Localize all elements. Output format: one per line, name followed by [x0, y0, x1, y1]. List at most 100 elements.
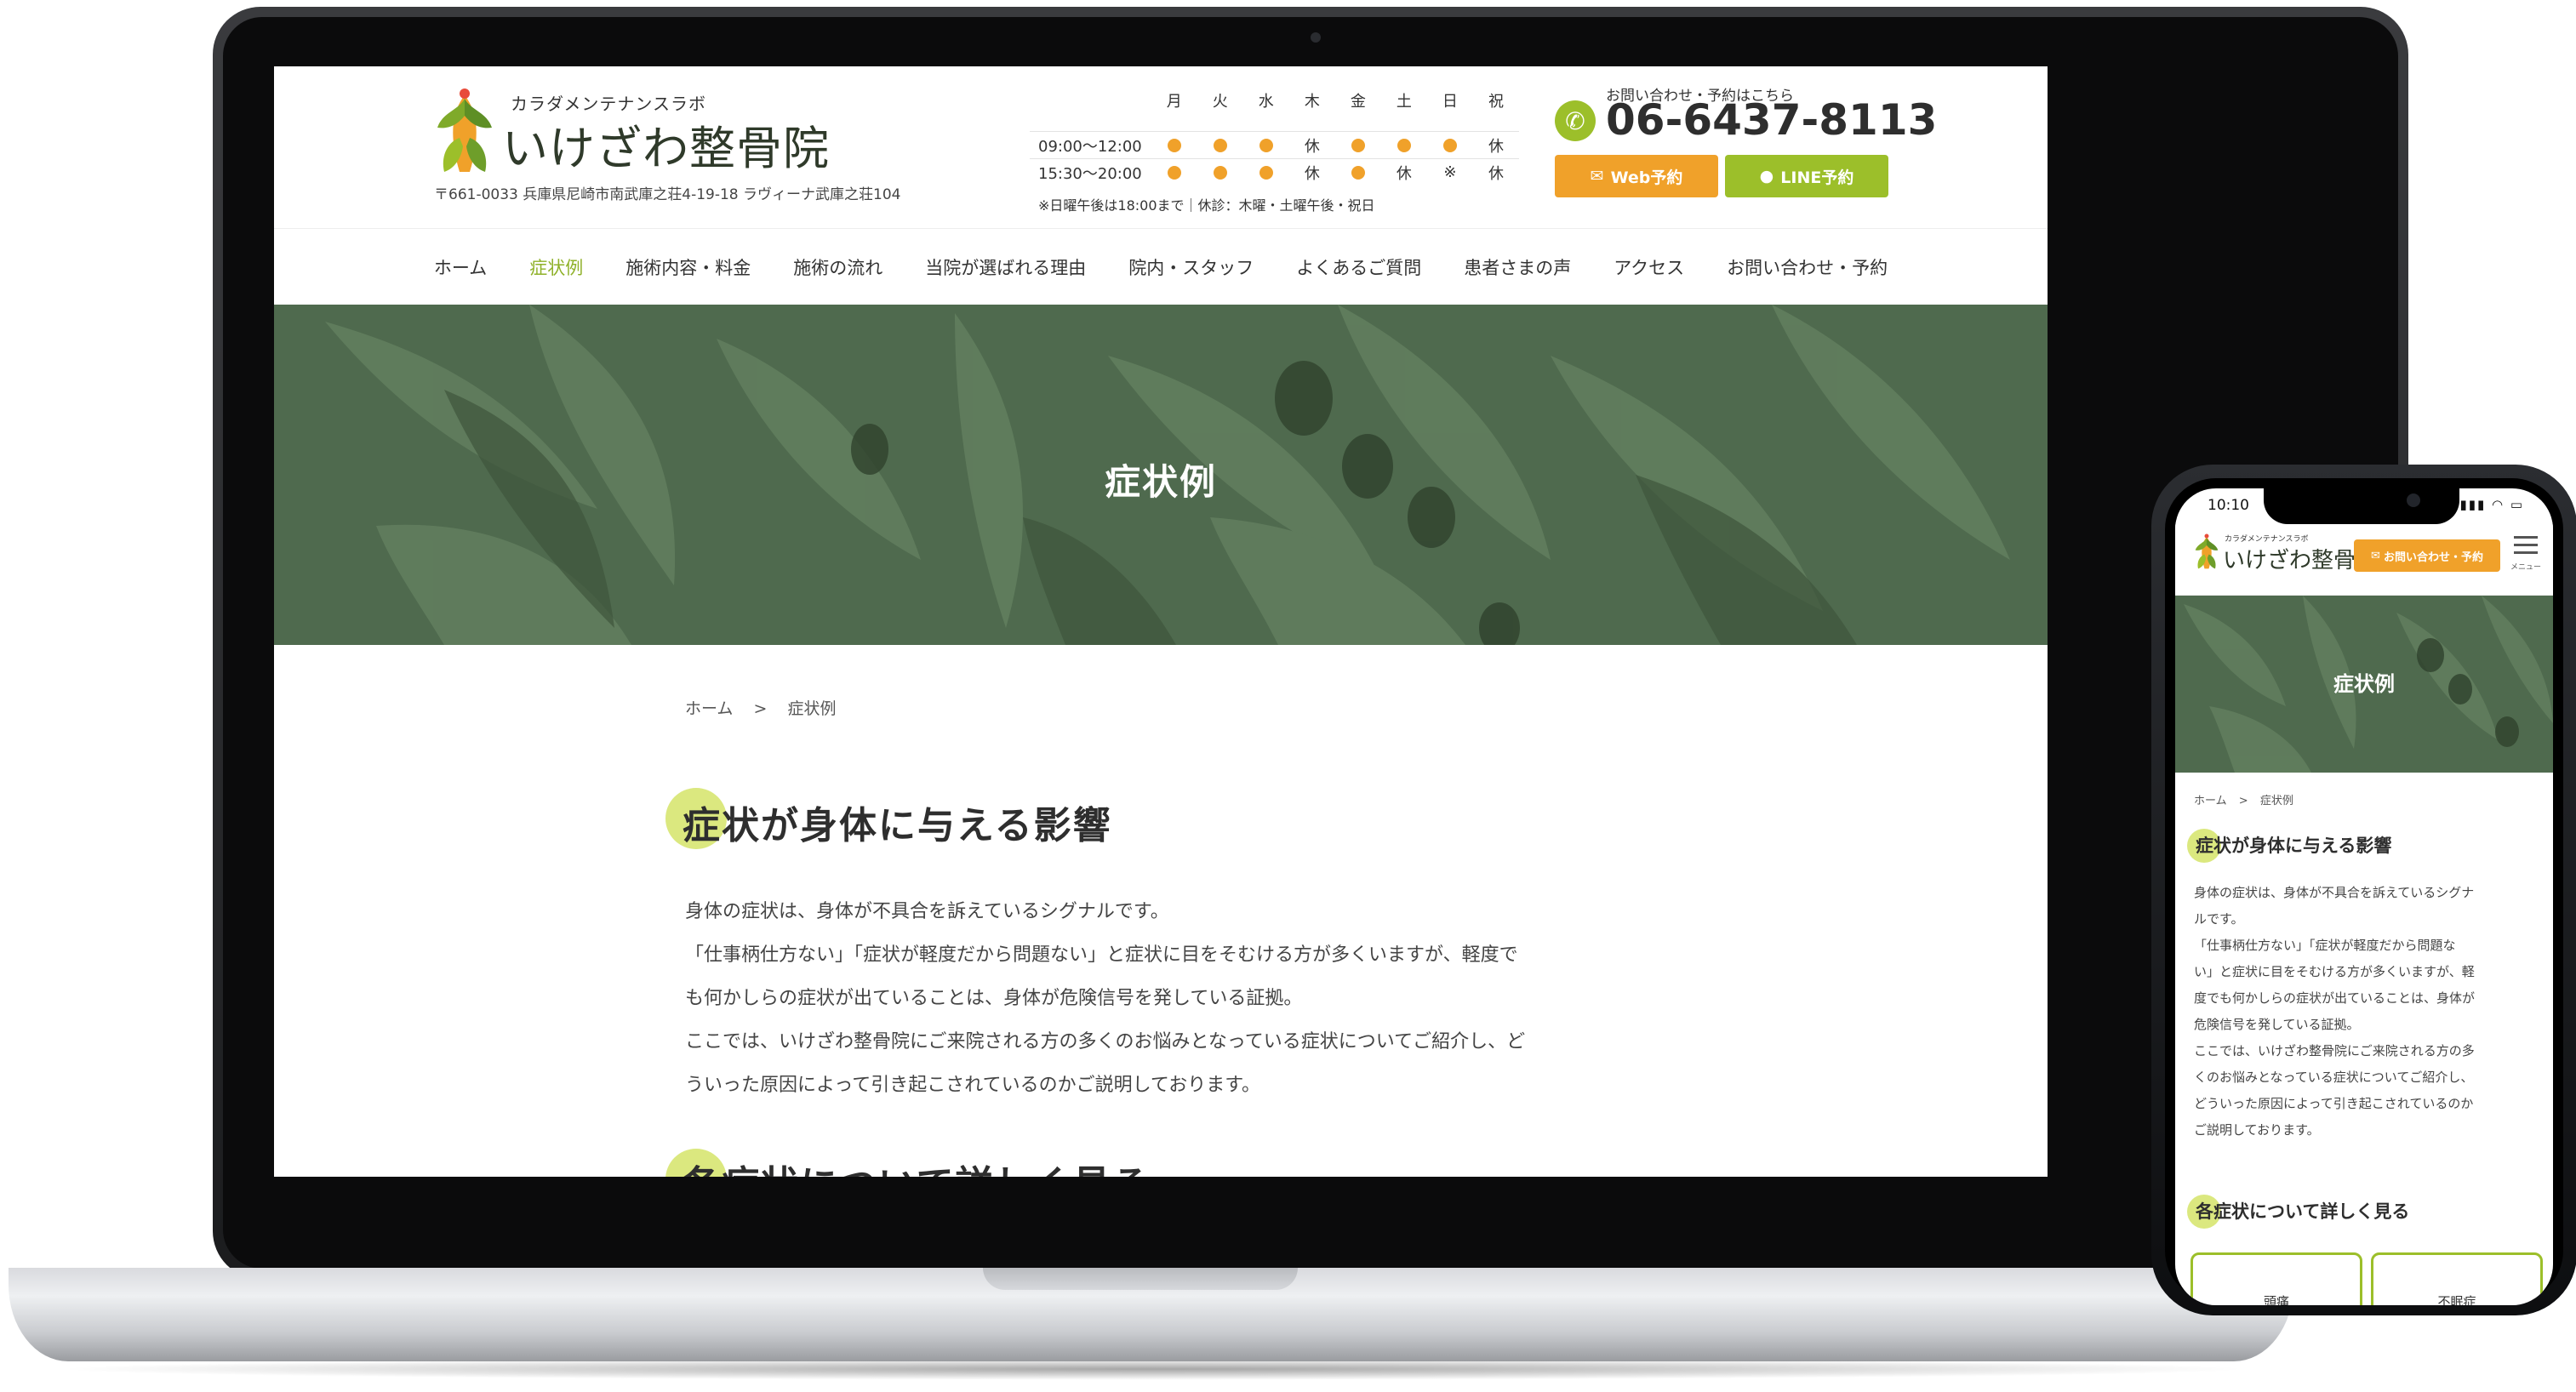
schedule-row: 15:30〜20:00 休 休 ※ 休 [1030, 158, 1519, 185]
schedule-time: 15:30〜20:00 [1038, 164, 1142, 183]
hamburger-menu-button[interactable]: メニュー [2510, 536, 2541, 579]
line-chat-icon: ● [1759, 167, 1774, 185]
phone-icon: ✆ [1555, 100, 1596, 141]
phone-number[interactable]: 06-6437-8113 [1606, 95, 1937, 145]
breadcrumb: ホーム > 症状例 [685, 696, 851, 719]
paragraph-line: ういった原因によって引き起こされているのかご説明しております。 [685, 1075, 1261, 1096]
breadcrumb-current: 症状例 [787, 699, 837, 718]
day-header: 水 [1258, 93, 1274, 111]
nav-item[interactable]: よくあるご質問 [1275, 254, 1442, 280]
open-dot-icon [1213, 138, 1227, 152]
status-bar-time: 10:10 [2208, 497, 2249, 514]
schedule-cell [1197, 165, 1243, 180]
paragraph-line: ご説明しております。 [2194, 1122, 2320, 1138]
mobile-contact-button[interactable]: ✉ お問い合わせ・予約 [2354, 539, 2500, 572]
paragraph-line: 身体の症状は、身体が不具合を訴えているシグナルです。 [685, 901, 1169, 922]
schedule-cell [1243, 165, 1289, 180]
phone-screen: 10:10 ▮▮▮ ◠ ▭ カラダメンテナンスラボ いけざわ整骨院 ✉ お問い合… [2175, 488, 2553, 1305]
breadcrumb-home-link[interactable]: ホーム [2194, 795, 2227, 807]
paragraph-line: ここでは、いけざわ整骨院にご来院される方の多くのお悩みとなっている症状についてご… [685, 1031, 1526, 1053]
breadcrumb-home-link[interactable]: ホーム [685, 699, 733, 718]
clinic-logo-icon[interactable] [434, 87, 495, 182]
section-heading-details: 各症状について詳しく見る [2196, 1201, 2410, 1222]
open-dot-icon [1259, 165, 1273, 180]
section-heading-effects: 症状が身体に与える影響 [683, 804, 1112, 847]
schedule-cell [1335, 138, 1381, 152]
nav-item[interactable]: 院内・スタッフ [1107, 254, 1275, 280]
clinic-logo-icon[interactable] [2194, 533, 2219, 573]
section-heading-details: 各症状について詳しく見る [683, 1154, 1151, 1177]
schedule-time: 09:00〜12:00 [1038, 137, 1142, 156]
paragraph-line: 危険信号を発している証拠。 [2194, 1017, 2360, 1032]
schedule-cell [1151, 165, 1197, 180]
schedule-cell [1151, 138, 1197, 152]
laptop-base-notch [983, 1268, 1298, 1290]
nav-item[interactable]: 症状例 [508, 254, 604, 280]
day-header: 土 [1396, 93, 1412, 111]
menu-bar-icon [2514, 536, 2538, 539]
breadcrumb-current: 症状例 [2259, 795, 2293, 807]
schedule-cell: 休 [1304, 164, 1320, 183]
status-bar-signal-icon: ▮▮▮ ◠ ▭ [2459, 497, 2524, 512]
device-mockup-stage: カラダメンテナンスラボ いけざわ整骨院 〒661-0033 兵庫県尼崎市南武庫之… [0, 0, 2576, 1392]
web-reservation-button[interactable]: ✉ Web予約 [1555, 155, 1718, 197]
laptop-screen: カラダメンテナンスラボ いけざわ整骨院 〒661-0033 兵庫県尼崎市南武庫之… [274, 66, 2048, 1177]
schedule-table: 月 火 水 木 金 土 日 祝 09:00〜12:00 休休 15:30〜20:… [1030, 87, 1519, 223]
mail-icon: ✉ [1590, 167, 1604, 185]
logo-title[interactable]: いけざわ整骨院 [502, 111, 830, 178]
mobile-contact-label: お問い合わせ・予約 [2383, 551, 2483, 564]
paragraph-line: どういった原因によって引き起こされているのか [2194, 1096, 2474, 1111]
hero-title: 症状例 [1104, 461, 1217, 503]
nav-item[interactable]: ホーム [413, 254, 508, 280]
menu-bar-icon [2514, 544, 2538, 546]
day-header: 火 [1212, 93, 1228, 111]
line-reservation-button[interactable]: ● LINE予約 [1725, 155, 1888, 197]
menu-bar-icon [2514, 551, 2538, 554]
open-dot-icon [1213, 165, 1227, 180]
schedule-cell [1427, 138, 1473, 152]
day-header: 金 [1350, 93, 1366, 111]
hero-banner: 症状例 [274, 305, 2048, 645]
paragraph-line: ここでは、いけざわ整骨院にご来院される方の多 [2194, 1043, 2475, 1058]
schedule-cell: 休 [1304, 137, 1320, 156]
day-header: 日 [1442, 93, 1458, 111]
web-reservation-label: Web予約 [1610, 168, 1683, 187]
mobile-hero-banner: 症状例 [2175, 596, 2553, 773]
paragraph-line: も何かしらの症状が出ていることは、身体が危険信号を発している証拠。 [685, 988, 1303, 1009]
clinic-address: 〒661-0033 兵庫県尼崎市南武庫之荘4-19-18 ラヴィーナ武庫之荘10… [434, 186, 901, 203]
symptom-card-label: 頭痛 [2263, 1294, 2289, 1305]
nav-item[interactable]: アクセス [1592, 254, 1705, 280]
section-heading-effects: 症状が身体に与える影響 [2196, 836, 2392, 856]
schedule-cell: 休 [1488, 137, 1504, 156]
symptom-card-headache[interactable]: 頭痛 [2190, 1252, 2362, 1305]
open-dot-icon [1167, 165, 1181, 180]
mobile-header: カラダメンテナンスラボ いけざわ整骨院 ✉ お問い合わせ・予約 メニュー [2175, 522, 2553, 596]
nav-item[interactable]: 患者さまの声 [1442, 254, 1592, 280]
paragraph-line: 身体の症状は、身体が不具合を訴えているシグナ [2194, 885, 2475, 900]
hero-title: 症状例 [2333, 672, 2395, 696]
day-header: 祝 [1488, 93, 1504, 111]
open-dot-icon [1397, 138, 1411, 152]
symptom-card-insomnia[interactable]: 不眠症 [2371, 1252, 2543, 1305]
open-dot-icon [1351, 165, 1365, 180]
phone-camera [2407, 493, 2420, 507]
schedule-cell: 休 [1488, 164, 1504, 183]
schedule-cell: 休 [1396, 164, 1412, 183]
intro-paragraph: 身体の症状は、身体が不具合を訴えているシグナルです。 「仕事柄仕方ない」「症状が… [685, 890, 1664, 1107]
paragraph-line: 度でも何かしらの症状が出ていることは、身体が [2194, 990, 2476, 1006]
schedule-header-row: 月 火 水 木 金 土 日 祝 [1030, 87, 1519, 114]
schedule-cell [1243, 138, 1289, 152]
nav-item[interactable]: 施術の流れ [772, 254, 904, 280]
nav-item[interactable]: お問い合わせ・予約 [1705, 254, 1909, 280]
schedule-cell: ※ [1443, 163, 1457, 181]
nav-item[interactable]: 当院が選ばれる理由 [904, 254, 1107, 280]
schedule-row: 09:00〜12:00 休 休 [1030, 131, 1519, 158]
main-nav: ホーム 症状例 施術内容・料金 施術の流れ 当院が選ばれる理由 院内・スタッフ よくあるご質… [274, 228, 2048, 305]
line-reservation-label: LINE予約 [1780, 168, 1854, 187]
paragraph-line: ルです。 [2194, 911, 2244, 927]
nav-item[interactable]: 施術内容・料金 [604, 254, 772, 280]
schedule-cell [1381, 138, 1427, 152]
intro-paragraph: 身体の症状は、身体が不具合を訴えているシグナ ルです。 「仕事柄仕方ない」「症状… [2194, 880, 2538, 1144]
open-dot-icon [1167, 138, 1181, 152]
breadcrumb-separator: > [2238, 795, 2248, 807]
